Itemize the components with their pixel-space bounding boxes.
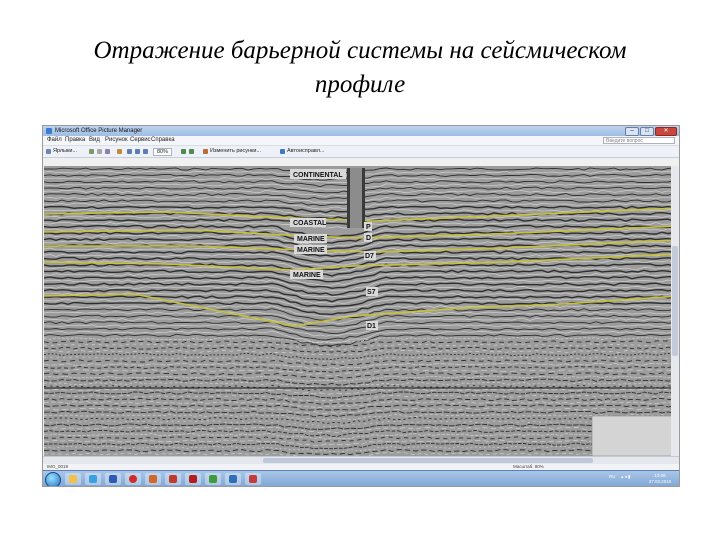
folder-icon (69, 475, 77, 483)
language-indicator[interactable]: RU (609, 474, 616, 479)
app-red-icon (249, 475, 257, 483)
seismic-profile-image: CONTINENTAL COASTAL MARINE MARINE MARINE… (44, 166, 678, 456)
app-blue-icon (229, 475, 237, 483)
menu-bar: Файл Правка Вид Рисунок Сервис Справка (43, 136, 679, 146)
taskbar-app-blue[interactable] (225, 473, 241, 485)
view-thumbnails-icon[interactable] (127, 149, 132, 154)
slide-title-line-2: профиле (314, 71, 406, 98)
toolbar: Ярлыки... 80% Изменить рисунки... Автоис… (43, 146, 679, 158)
horizontal-scroll-thumb[interactable] (263, 458, 593, 463)
clock-date: 27.03.2015 (648, 478, 672, 484)
windows-taskbar: RU ▴ ◂ ▮ 13:06 27.03.2015 (43, 470, 679, 486)
vertical-scrollbar[interactable] (671, 166, 679, 456)
taskbar-explorer[interactable] (65, 473, 81, 485)
media-icon (89, 475, 97, 483)
window-title: Microsoft Office Picture Manager (55, 128, 143, 134)
picture-manager-task-icon (169, 475, 177, 483)
menu-file[interactable]: Файл (47, 137, 62, 144)
open-icon[interactable] (89, 149, 94, 154)
tray-icons[interactable]: ▴ ◂ ▮ (621, 474, 631, 479)
zoom-select[interactable]: 80% (153, 148, 173, 156)
start-button[interactable] (45, 472, 61, 486)
menu-tools[interactable]: Сервис (130, 137, 151, 144)
label-marine-2: MARINE (297, 247, 325, 254)
app-green-icon (209, 475, 217, 483)
shortcuts-button[interactable]: Ярлыки... (53, 148, 77, 155)
autocorrect-button[interactable]: Автоисправл... (287, 148, 325, 155)
label-marine-1: MARINE (297, 236, 325, 243)
shortcuts-icon (46, 149, 51, 154)
opera-icon (129, 475, 137, 483)
label-continental: CONTINENTAL (293, 172, 343, 179)
menu-edit[interactable]: Правка (65, 137, 85, 144)
word-icon (109, 475, 117, 483)
picture-manager-icon (46, 128, 52, 134)
undo-icon[interactable] (117, 149, 122, 154)
taskbar-picture-manager[interactable] (165, 473, 181, 485)
label-s7: S7 (367, 289, 376, 296)
rotate-right-icon[interactable] (189, 149, 194, 154)
window-titlebar: Microsoft Office Picture Manager – □ ✕ (43, 126, 679, 136)
view-single-icon[interactable] (143, 149, 148, 154)
label-p: P (366, 224, 371, 231)
maximize-button[interactable]: □ (640, 127, 654, 136)
well-log-core (350, 168, 362, 228)
menu-picture[interactable]: Рисунок (105, 137, 128, 144)
taskbar-clock[interactable]: 13:06 27.03.2015 (645, 473, 675, 484)
edit-pictures-button[interactable]: Изменить рисунки... (210, 148, 261, 155)
taskbar-acrobat[interactable] (185, 473, 201, 485)
taskbar-media[interactable] (85, 473, 101, 485)
edit-pictures-icon (203, 149, 208, 154)
view-filmstrip-icon[interactable] (135, 149, 140, 154)
taskbar-app-green[interactable] (205, 473, 221, 485)
menu-view[interactable]: Вид (89, 137, 100, 144)
taskbar-powerpoint[interactable] (145, 473, 161, 485)
taskbar-word[interactable] (105, 473, 121, 485)
label-d: D (366, 235, 371, 242)
taskbar-opera[interactable] (125, 473, 141, 485)
save-icon[interactable] (97, 149, 102, 154)
powerpoint-icon (149, 475, 157, 483)
label-d1: D1 (367, 323, 376, 330)
inset-panel (591, 415, 673, 456)
menu-help[interactable]: Справка (151, 137, 175, 144)
minimize-button[interactable]: – (625, 127, 639, 136)
autocorrect-icon (280, 149, 285, 154)
help-search-input[interactable]: Введите вопрос (603, 137, 675, 144)
acrobat-icon (189, 475, 197, 483)
taskbar-app-red[interactable] (245, 473, 261, 485)
close-button[interactable]: ✕ (655, 127, 677, 136)
picture-manager-screenshot: Microsoft Office Picture Manager – □ ✕ Ф… (42, 125, 680, 487)
vertical-scroll-thumb[interactable] (672, 246, 678, 356)
slide-title-line-1: Отражение барьерной системы на сейсмичес… (93, 37, 627, 64)
label-coastal: COASTAL (293, 220, 327, 227)
rotate-left-icon[interactable] (181, 149, 186, 154)
label-marine-3: MARINE (293, 272, 321, 279)
slide-title: Отражение барьерной системы на сейсмичес… (0, 34, 720, 102)
print-icon[interactable] (105, 149, 110, 154)
label-d7: D7 (365, 253, 374, 260)
